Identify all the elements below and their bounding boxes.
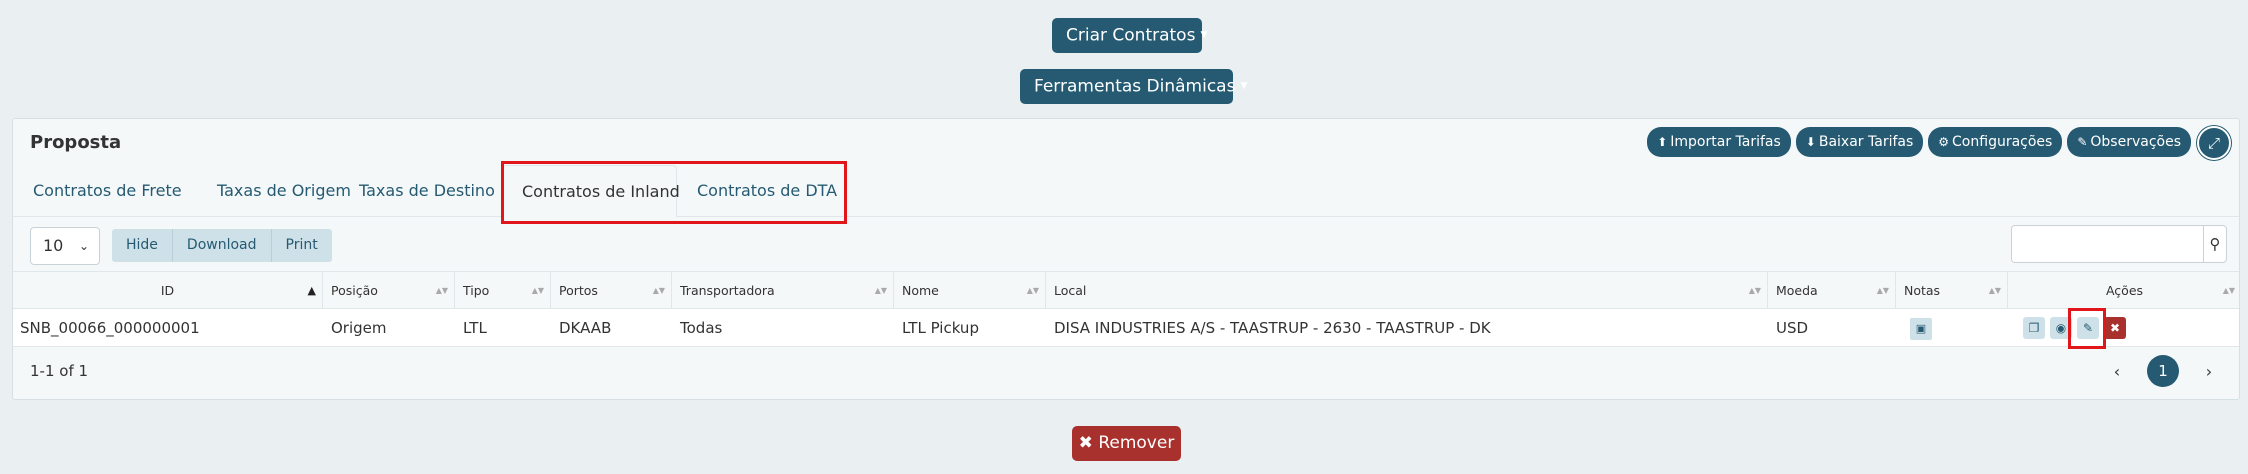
col-nome-label: Nome xyxy=(902,283,939,298)
copy-button[interactable]: ❐ xyxy=(2023,317,2045,339)
gear-icon: ⚙ xyxy=(1938,135,1950,149)
pencil-icon: ✎ xyxy=(2077,135,2088,149)
cell-portos: DKAAB xyxy=(559,319,612,337)
ferramentas-label: Ferramentas Dinâmicas xyxy=(1034,76,1236,97)
panel-title: Proposta xyxy=(30,132,122,153)
pencil-icon: ✎ xyxy=(2082,321,2094,335)
eye-icon: ◉ xyxy=(2055,321,2067,335)
col-acoes-label: Ações xyxy=(2105,283,2144,298)
tab-contratos-dta[interactable]: Contratos de DTA xyxy=(677,165,857,217)
caret-down-icon: ▼ xyxy=(1240,81,1248,91)
copy-icon: ❐ xyxy=(2028,321,2040,335)
criar-contratos-label: Criar Contratos xyxy=(1066,25,1196,46)
delete-button[interactable]: ✖ xyxy=(2104,317,2126,339)
expand-icon: ⤢ xyxy=(2207,134,2220,152)
col-tipo-label: Tipo xyxy=(463,283,490,298)
importar-tarifas-label: Importar Tarifas xyxy=(1670,134,1781,150)
prev-page-icon[interactable]: ‹ xyxy=(2107,362,2127,381)
col-id-label: ID xyxy=(160,283,175,298)
table-header: ID ▲ Posição ▲▼ Tipo ▲▼ Portos ▲▼ Transporta… xyxy=(13,271,2241,310)
ferramentas-dinamicas-button[interactable]: Ferramentas Dinâmicas ▼ xyxy=(1020,69,1247,104)
col-notas-label: Notas xyxy=(1904,283,1941,298)
col-acoes[interactable]: Ações ▲▼ xyxy=(2008,272,2241,310)
sort-icon: ▲▼ xyxy=(2222,286,2235,295)
configuracoes-button[interactable]: ⚙ Configurações xyxy=(1928,127,2063,157)
table-row: SNB_00066_000000001 Origem LTL DKAAB Tod… xyxy=(13,309,2239,347)
col-moeda[interactable]: Moeda ▲▼ xyxy=(1768,272,1896,310)
expand-button[interactable]: ⤢ xyxy=(2197,126,2231,160)
proposta-panel: Proposta ⬆ Importar Tarifas ⬇ Baixar Tarif… xyxy=(12,118,2240,400)
close-icon: ✖ xyxy=(2109,321,2121,335)
remover-button[interactable]: ✖ Remover xyxy=(1072,426,1181,461)
col-transportadora-label: Transportadora xyxy=(680,283,775,298)
table-action-buttons: Hide Download Print xyxy=(112,229,332,262)
chevron-down-icon: ⌄ xyxy=(78,239,89,253)
sort-icon: ▲▼ xyxy=(531,286,544,295)
col-transportadora[interactable]: Transportadora ▲▼ xyxy=(672,272,894,310)
tab-contratos-frete[interactable]: Contratos de Frete xyxy=(13,165,202,217)
baixar-tarifas-button[interactable]: ⬇ Baixar Tarifas xyxy=(1795,127,1924,157)
sort-icon: ▲▼ xyxy=(1988,286,2001,295)
download-button[interactable]: Download xyxy=(172,229,272,262)
next-page-icon[interactable]: › xyxy=(2199,362,2219,381)
col-posicao[interactable]: Posição ▲▼ xyxy=(323,272,455,310)
col-posicao-label: Posição xyxy=(331,283,378,298)
contracts-table: ID ▲ Posição ▲▼ Tipo ▲▼ Portos ▲▼ Transporta… xyxy=(13,271,2239,347)
cell-nome: LTL Pickup xyxy=(902,319,979,337)
tab-taxas-destino[interactable]: Taxas de Destino xyxy=(339,165,515,217)
cell-id: SNB_00066_000000001 xyxy=(20,319,200,337)
col-id[interactable]: ID ▲ xyxy=(13,272,323,310)
pagination: ‹ 1 › xyxy=(2107,355,2219,387)
sort-icon: ▲▼ xyxy=(652,286,665,295)
close-icon: ✖ xyxy=(1078,433,1093,453)
criar-contratos-button[interactable]: Criar Contratos ▼ xyxy=(1052,18,1207,53)
tab-bar: Contratos de Frete Taxas de Origem Taxas… xyxy=(13,165,2239,217)
tab-contratos-inland[interactable]: Contratos de Inland xyxy=(501,165,680,217)
table-info: 1-1 of 1 xyxy=(30,362,89,380)
importar-tarifas-button[interactable]: ⬆ Importar Tarifas xyxy=(1647,127,1791,157)
baixar-tarifas-label: Baixar Tarifas xyxy=(1818,134,1914,150)
remover-label: Remover xyxy=(1098,433,1175,453)
panel-header-buttons: ⬆ Importar Tarifas ⬇ Baixar Tarifas ⚙ Confi… xyxy=(1647,127,2191,157)
col-tipo[interactable]: Tipo ▲▼ xyxy=(455,272,551,310)
col-portos[interactable]: Portos ▲▼ xyxy=(551,272,672,310)
edit-button[interactable]: ✎ xyxy=(2077,317,2099,339)
hide-button[interactable]: Hide xyxy=(112,229,173,262)
cell-notas: ▣ xyxy=(1896,309,2008,347)
col-notas[interactable]: Notas ▲▼ xyxy=(1896,272,2008,310)
col-moeda-label: Moeda xyxy=(1776,283,1818,298)
page-length-value: 10 xyxy=(43,236,64,255)
search-icon: ⚲ xyxy=(2209,235,2221,253)
search-button[interactable]: ⚲ xyxy=(2203,225,2227,263)
page-button-1[interactable]: 1 xyxy=(2147,355,2179,387)
cell-tipo: LTL xyxy=(463,319,487,337)
sort-asc-icon: ▲ xyxy=(307,284,316,297)
observacoes-button[interactable]: ✎ Observações xyxy=(2067,127,2191,157)
cell-moeda: USD xyxy=(1776,319,1809,337)
col-portos-label: Portos xyxy=(559,283,598,298)
sort-icon: ▲▼ xyxy=(1876,286,1889,295)
sort-icon: ▲▼ xyxy=(1748,286,1761,295)
cell-posicao: Origem xyxy=(331,319,387,337)
search-box: ⚲ xyxy=(2011,225,2227,263)
col-local-label: Local xyxy=(1054,283,1087,298)
notes-icon[interactable]: ▣ xyxy=(1910,317,1932,340)
col-local[interactable]: Local ▲▼ xyxy=(1046,272,1768,310)
configuracoes-label: Configurações xyxy=(1952,134,2053,150)
cell-local: DISA INDUSTRIES A/S - TAASTRUP - 2630 - … xyxy=(1054,319,1491,337)
caret-down-icon: ▼ xyxy=(1200,30,1208,40)
cell-transportadora: Todas xyxy=(680,319,723,337)
sort-icon: ▲▼ xyxy=(1026,286,1039,295)
sort-icon: ▲▼ xyxy=(435,286,448,295)
col-nome[interactable]: Nome ▲▼ xyxy=(894,272,1046,310)
download-icon: ⬇ xyxy=(1805,135,1816,149)
view-button[interactable]: ◉ xyxy=(2050,317,2072,339)
sort-icon: ▲▼ xyxy=(874,286,887,295)
page-length-select[interactable]: 10 ⌄ xyxy=(30,227,100,265)
cell-acoes: ❐ ◉ ✎ ✖ xyxy=(2008,309,2241,347)
observacoes-label: Observações xyxy=(2090,134,2181,150)
upload-icon: ⬆ xyxy=(1657,135,1668,149)
print-button[interactable]: Print xyxy=(271,229,332,262)
search-input[interactable] xyxy=(2011,225,2205,263)
